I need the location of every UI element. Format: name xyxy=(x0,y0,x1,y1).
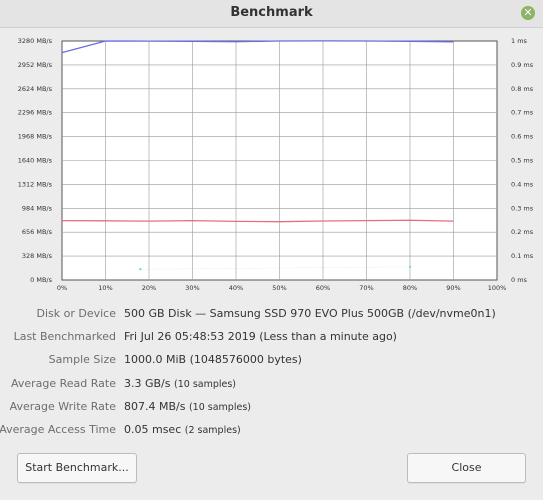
y-left-tick-label: 2296 MB/s xyxy=(18,109,53,117)
y-right-tick-label: 0.1 ms xyxy=(511,252,534,260)
y-right-tick-label: 0.4 ms xyxy=(511,180,534,188)
y-left-tick-label: 1640 MB/s xyxy=(18,157,53,165)
info-label: Average Read Rate xyxy=(10,377,116,390)
y-right-tick-label: 0.9 ms xyxy=(511,61,534,69)
info-label: Last Benchmarked xyxy=(13,330,116,343)
data-point xyxy=(408,265,412,269)
benchmark-dialog: Benchmark ✕ 0 MB/s 0 ms 328 MB/s 0.1 ms 656 … xyxy=(0,0,543,500)
x-tick-label: 10% xyxy=(98,284,112,292)
info-value-note: (2 samples) xyxy=(184,425,241,436)
x-tick-label: 20% xyxy=(142,284,156,292)
x-tick-label: 0% xyxy=(57,284,67,292)
y-left-tick-label: 0 MB/s xyxy=(30,276,52,284)
y-right-tick-label: 0.2 ms xyxy=(511,228,534,236)
info-row-access-time: Average Access Time 0.05 msec (2 samples… xyxy=(0,423,543,441)
info-row-read-rate: Average Read Rate 3.3 GB/s (10 samples) xyxy=(0,377,543,395)
x-tick-label: 30% xyxy=(185,284,199,292)
y-right-tick-label: 0 ms xyxy=(511,276,528,284)
x-tick-label: 40% xyxy=(229,284,243,292)
x-tick-label: 50% xyxy=(272,284,286,292)
y-right-tick-label: 0.3 ms xyxy=(511,204,534,212)
info-label: Disk or Device xyxy=(36,307,117,320)
y-right-tick-label: 0.6 ms xyxy=(511,133,534,141)
window-title: Benchmark xyxy=(230,5,313,20)
x-tick-label: 80% xyxy=(403,284,417,292)
y-right-tick-label: 0.8 ms xyxy=(511,85,534,93)
info-value-text: 500 GB Disk — Samsung SSD 970 EVO Plus 5… xyxy=(124,307,496,320)
info-label: Sample Size xyxy=(48,353,116,366)
info-value: 3.3 GB/s (10 samples) xyxy=(124,377,236,390)
y-left-tick-label: 1968 MB/s xyxy=(18,133,53,141)
info-value: 500 GB Disk — Samsung SSD 970 EVO Plus 5… xyxy=(124,307,496,320)
info-value: 1000.0 MiB (1048576000 bytes) xyxy=(124,353,302,366)
info-row-device: Disk or Device 500 GB Disk — Samsung SSD… xyxy=(0,307,543,325)
titlebar: Benchmark ✕ xyxy=(0,0,543,28)
y-left-tick-label: 3280 MB/s xyxy=(18,37,53,45)
y-right-tick-label: 0.5 ms xyxy=(511,157,534,165)
x-tick-label: 70% xyxy=(359,284,373,292)
info-row-last-benchmarked: Last Benchmarked Fri Jul 26 05:48:53 201… xyxy=(0,330,543,348)
y-left-tick-label: 328 MB/s xyxy=(22,252,53,260)
info-row-sample-size: Sample Size 1000.0 MiB (1048576000 bytes… xyxy=(0,353,543,371)
y-right-tick-label: 1 ms xyxy=(511,37,528,45)
start-benchmark-button[interactable]: Start Benchmark... xyxy=(17,453,137,483)
info-value-text: 1000.0 MiB (1048576000 bytes) xyxy=(124,353,302,366)
y-left-tick-label: 656 MB/s xyxy=(22,228,53,236)
info-value-text: Fri Jul 26 05:48:53 2019 (Less than a mi… xyxy=(124,330,397,343)
y-left-tick-label: 984 MB/s xyxy=(22,204,53,212)
info-value-note: (10 samples) xyxy=(188,402,251,413)
y-left-tick-label: 1312 MB/s xyxy=(18,180,53,188)
info-label: Average Write Rate xyxy=(9,400,116,413)
info-label: Average Access Time xyxy=(0,423,116,436)
info-value-text: 3.3 GB/s xyxy=(124,377,171,390)
close-button[interactable]: Close xyxy=(407,453,526,483)
info-value-note: (10 samples) xyxy=(174,379,237,390)
x-tick-label: 90% xyxy=(446,284,460,292)
info-value: 0.05 msec (2 samples) xyxy=(124,423,241,436)
benchmark-chart-svg: 0 MB/s 0 ms 328 MB/s 0.1 ms 656 MB/s 0.2 ms 98… xyxy=(18,37,534,292)
info-value: 807.4 MB/s (10 samples) xyxy=(124,400,251,413)
x-tick-label: 100% xyxy=(488,284,507,292)
info-value-text: 0.05 msec xyxy=(124,423,182,436)
info-value: Fri Jul 26 05:48:53 2019 (Less than a mi… xyxy=(124,330,397,343)
y-left-tick-label: 2624 MB/s xyxy=(18,85,53,93)
info-value-text: 807.4 MB/s xyxy=(124,400,186,413)
benchmark-chart: 0 MB/s 0 ms 328 MB/s 0.1 ms 656 MB/s 0.2 ms 98… xyxy=(0,30,543,300)
x-tick-label: 60% xyxy=(316,284,330,292)
close-icon[interactable]: ✕ xyxy=(521,6,535,20)
y-left-tick-label: 2952 MB/s xyxy=(18,61,53,69)
info-row-write-rate: Average Write Rate 807.4 MB/s (10 sample… xyxy=(0,400,543,418)
y-right-tick-label: 0.7 ms xyxy=(511,109,534,117)
